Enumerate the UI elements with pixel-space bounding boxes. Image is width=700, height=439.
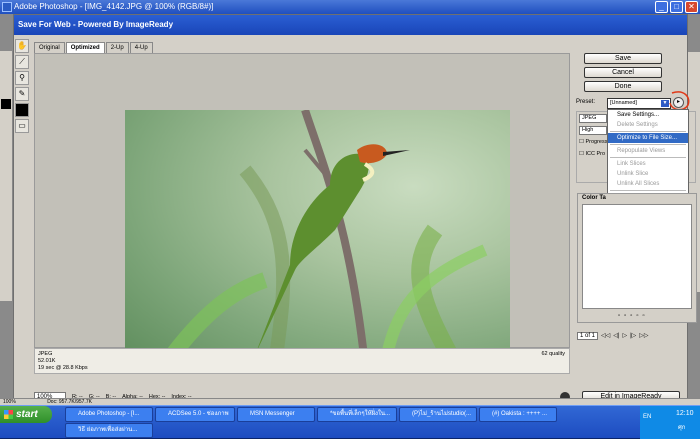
photoshop-titlebar: Adobe Photoshop - [IMG_4142.JPG @ 100% (… — [0, 0, 700, 14]
tab-optimized[interactable]: Optimized — [65, 42, 105, 53]
dialog-title: Save For Web - Powered By ImageReady — [18, 20, 174, 29]
dialog-tools: ✋ ⟋ ⚲ ✎ ▭ — [15, 39, 31, 133]
clock-time[interactable]: 12:10 — [676, 410, 694, 417]
info-quality: 62 quality — [541, 351, 565, 357]
menu-item: Unlink Slice — [617, 171, 649, 177]
page-indicator: 1 of 1 — [577, 331, 599, 340]
windows-taskbar: start Adobe Photoshop - [I... ACDSee 5.0 … — [0, 405, 700, 439]
clock-day: ศุก — [678, 425, 686, 431]
done-button[interactable]: Done — [584, 81, 662, 92]
progressive-checkbox[interactable]: ☐ Progress — [579, 139, 607, 145]
toggle-slices-icon[interactable]: ▭ — [15, 119, 29, 133]
preset-value: [Unnamed] — [610, 100, 637, 106]
save-button[interactable]: Save — [584, 53, 662, 64]
menu-separator — [610, 190, 686, 191]
photoshop-statusbar: 100% Doc: 957.7K/957.7K — [0, 398, 700, 405]
photoshop-app-icon — [2, 2, 12, 12]
system-tray: EN 12:10 ศุก — [640, 406, 700, 439]
optimized-info-panel: JPEG 52.01K 19 sec @ 28.8 Kbps 62 qualit… — [34, 348, 570, 374]
preset-label: Preset: — [576, 99, 596, 105]
photoshop-toolbox — [0, 51, 13, 301]
taskbar-item[interactable]: Adobe Photoshop - [I... — [65, 407, 153, 422]
photoshop-workspace: Save For Web - Powered By ImageReady ✋ ⟋… — [0, 14, 700, 405]
close-button[interactable]: ✕ — [685, 1, 698, 13]
dialog-titlebar: Save For Web - Powered By ImageReady — [14, 15, 687, 35]
info-download-time: 19 sec @ 28.8 Kbps — [38, 365, 88, 371]
hand-tool-icon[interactable]: ✋ — [15, 39, 29, 53]
taskbar-item[interactable]: (P)ไม่_ร้านไม่studio(... — [399, 407, 477, 422]
taskbar-item[interactable]: (#) Oakista : ++++ ... — [479, 407, 557, 422]
taskbar-item[interactable]: ACDSee 5.0 - ช่องภาพ — [155, 407, 235, 422]
menu-item: Delete Settings — [617, 122, 658, 128]
photoshop-title-text: Adobe Photoshop - [IMG_4142.JPG @ 100% (… — [14, 2, 214, 11]
taskbar-item[interactable]: *ขอพื้นที่เล็กๆให้ฝิ่งใน... — [317, 407, 397, 422]
progressive-label: Progress — [585, 139, 608, 145]
cancel-button[interactable]: Cancel — [584, 67, 662, 78]
taskbar-item[interactable]: วิธี ย่อภาพเพื่อส่งผ่าน... — [65, 423, 153, 438]
menu-separator — [610, 144, 686, 145]
next-frame-icon[interactable]: |▷ — [630, 332, 636, 339]
start-button[interactable]: start — [0, 406, 52, 423]
preview-canvas[interactable] — [34, 53, 570, 365]
preview-image — [125, 110, 510, 365]
icc-profile-checkbox[interactable]: ☐ ICC Pro — [579, 151, 605, 157]
language-indicator[interactable]: EN — [643, 414, 651, 420]
window-controls: _ □ ✕ — [655, 1, 698, 13]
menu-separator — [610, 157, 686, 158]
save-for-web-dialog: Save For Web - Powered By ImageReady ✋ ⟋… — [13, 14, 697, 405]
prev-frame-icon[interactable]: ◁| — [613, 332, 619, 339]
format-select[interactable]: JPEG — [579, 114, 607, 123]
tab-2-up[interactable]: 2-Up — [105, 42, 129, 53]
taskbar-items: Adobe Photoshop - [I... ACDSee 5.0 - ช่อง… — [65, 407, 635, 439]
menu-item[interactable]: Save Settings... — [608, 110, 688, 120]
first-frame-icon[interactable]: ◁◁ — [601, 332, 610, 339]
taskbar-item[interactable]: MSN Messenger — [237, 407, 315, 422]
menu-item: Link Slices — [617, 161, 646, 167]
menu-item: Unlink All Slices — [617, 181, 660, 187]
play-icon[interactable]: ▷ — [622, 332, 627, 339]
start-label: start — [16, 409, 38, 420]
preset-select[interactable]: [Unnamed] ▼ — [607, 98, 671, 109]
menu-item[interactable]: Optimize to File Size... — [608, 133, 688, 143]
last-frame-icon[interactable]: ▷▷ — [639, 332, 648, 339]
eyedropper-color-swatch[interactable] — [15, 103, 29, 117]
info-format: JPEG — [38, 351, 53, 357]
icc-profile-label: ICC Pro — [585, 151, 606, 157]
zoom-tool-icon[interactable]: ⚲ — [15, 71, 29, 85]
tab-4-up[interactable]: 4-Up — [129, 42, 153, 53]
color-table-panel: Color Ta ▫▫▫▫▫ — [577, 193, 697, 323]
eyedropper-tool-icon[interactable]: ✎ — [15, 87, 29, 101]
slice-select-tool-icon[interactable]: ⟋ — [15, 55, 29, 69]
minimize-button[interactable]: _ — [655, 1, 668, 13]
quality-level-select[interactable]: High — [579, 126, 607, 135]
menu-item: Repopulate Views — [617, 148, 666, 154]
color-table-tab[interactable]: Color Ta — [582, 195, 606, 201]
menu-separator — [610, 131, 686, 132]
maximize-button[interactable]: □ — [670, 1, 683, 13]
info-size: 52.01K — [38, 358, 56, 364]
color-table-swatches — [582, 204, 692, 309]
color-table-actions[interactable]: ▫▫▫▫▫ — [618, 313, 649, 319]
foreground-color-swatch[interactable] — [1, 99, 11, 109]
windows-logo-icon — [4, 410, 13, 419]
tab-original[interactable]: Original — [34, 42, 65, 53]
bird-photo — [158, 110, 488, 365]
animation-pager: 1 of 1 ◁◁ ◁| ▷ |▷ ▷▷ — [577, 330, 697, 341]
